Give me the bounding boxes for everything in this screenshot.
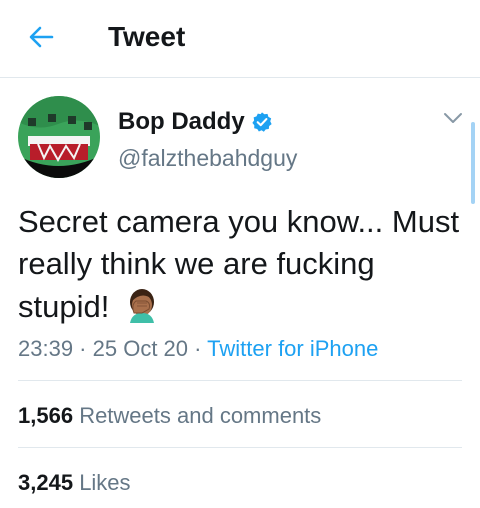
- likes-label: Likes: [79, 470, 131, 495]
- tweet-text-content: Secret camera you know... Must really th…: [18, 204, 460, 324]
- author-name[interactable]: Bop Daddy: [118, 108, 245, 136]
- author-handle[interactable]: @falzthebahdguy: [118, 145, 297, 172]
- face-palm-emoji-icon: [129, 289, 154, 323]
- verified-badge-icon: [252, 112, 272, 132]
- author-name-row[interactable]: Bop Daddy: [118, 108, 273, 136]
- likes-count: 3,245: [18, 470, 74, 495]
- retweets-stat[interactable]: 1,566 Retweets and comments: [18, 403, 321, 429]
- retweets-count: 1,566: [18, 403, 74, 428]
- tweet-time: 23:39: [18, 336, 74, 361]
- tweet-meta: 23:39 · 25 Oct 20 · Twitter for iPhone: [18, 336, 378, 362]
- top-bar: Tweet: [0, 0, 480, 78]
- arrow-left-icon[interactable]: [26, 22, 56, 52]
- page-title: Tweet: [108, 21, 186, 52]
- tweet-date: 25 Oct 20: [92, 336, 189, 361]
- tweet-source-link[interactable]: Twitter for iPhone: [207, 336, 378, 361]
- avatar[interactable]: [18, 96, 100, 178]
- meta-separator: ·: [188, 336, 208, 361]
- scrollbar[interactable]: [471, 122, 475, 204]
- chevron-down-icon[interactable]: [442, 110, 464, 126]
- tweet-text: Secret camera you know... Must really th…: [18, 201, 463, 328]
- retweets-label: Retweets and comments: [79, 403, 322, 428]
- divider: [18, 380, 462, 381]
- meta-separator: ·: [73, 336, 93, 361]
- divider: [18, 447, 462, 448]
- likes-stat[interactable]: 3,245 Likes: [18, 470, 131, 496]
